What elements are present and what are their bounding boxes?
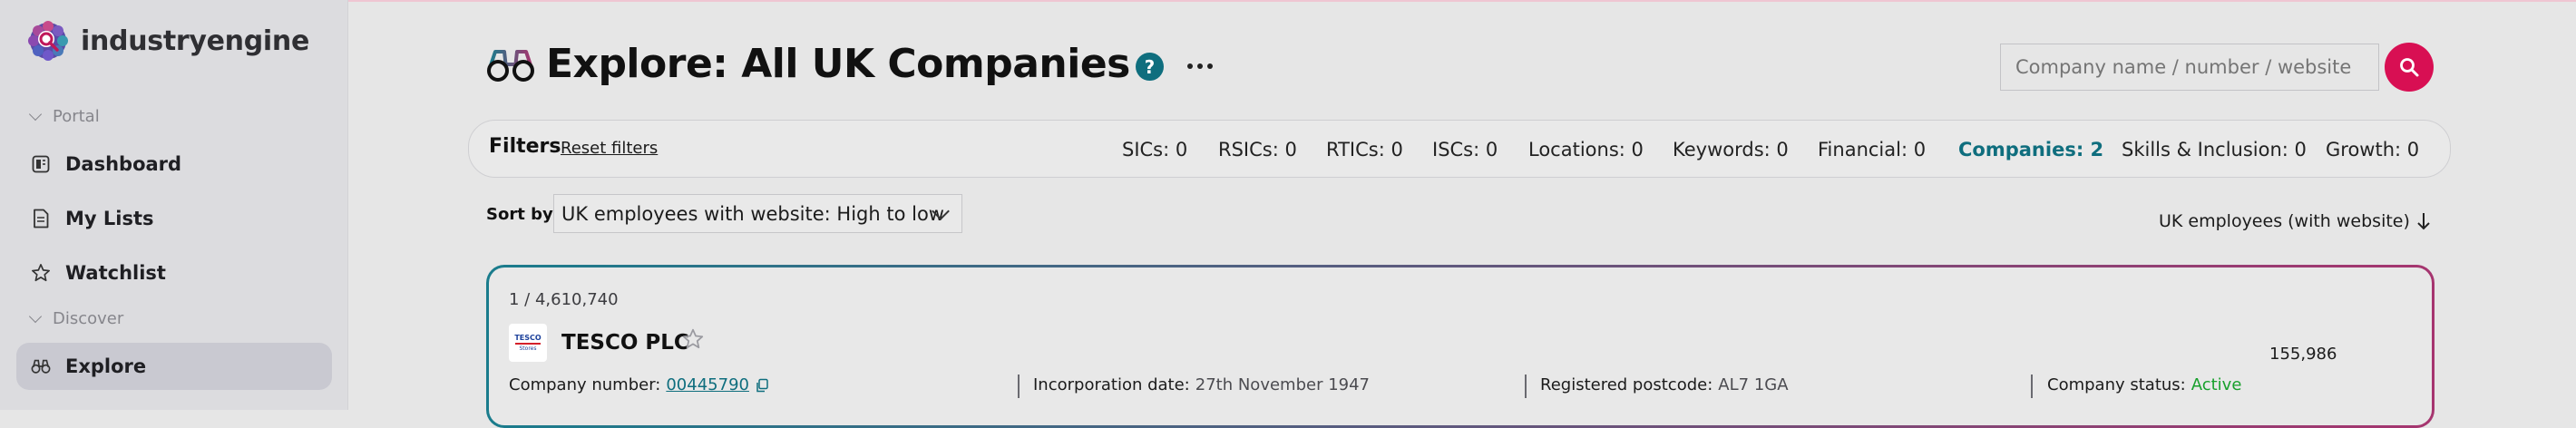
- filter-chip-skills-inclusion[interactable]: Skills & Inclusion: 0: [2122, 139, 2307, 160]
- company-search-input[interactable]: [2000, 44, 2379, 91]
- divider: [2031, 374, 2033, 398]
- section-discover[interactable]: Discover: [28, 309, 123, 328]
- divider: [1018, 374, 1020, 398]
- company-name[interactable]: TESCO PLC: [561, 331, 689, 355]
- sidebar-item-my-lists[interactable]: My Lists: [16, 195, 332, 242]
- company-status-label: Company status:: [2047, 375, 2186, 394]
- filter-chip-growth[interactable]: Growth: 0: [2326, 139, 2419, 160]
- sidebar-item-label: My Lists: [65, 208, 154, 229]
- sort-column-label: UK employees (with website): [2159, 211, 2410, 231]
- incorporation-date-value: 27th November 1947: [1195, 375, 1371, 394]
- sort-select[interactable]: UK employees with website: High to low: [553, 194, 962, 233]
- logo-icon: [28, 21, 68, 61]
- filter-chip-rsics[interactable]: RSICs: 0: [1218, 139, 1297, 160]
- company-logo-text-bottom: Stores: [519, 345, 537, 352]
- sort-selected-value: UK employees with website: High to low: [561, 202, 944, 225]
- registered-postcode-field: Registered postcode: AL7 1GA: [1540, 375, 1789, 394]
- company-logo-text-top: TESCO: [514, 334, 542, 342]
- sidebar-item-label: Watchlist: [65, 262, 166, 284]
- company-number-link[interactable]: 00445790: [666, 375, 749, 394]
- filter-chip-companies[interactable]: Companies: 2: [1958, 139, 2103, 160]
- sidebar: industryengine Portal Dashboard My Lists…: [0, 0, 348, 410]
- document-icon: [31, 209, 51, 229]
- uk-employees-value: 155,986: [2269, 345, 2337, 364]
- section-portal-label: Portal: [53, 107, 100, 126]
- registered-postcode-label: Registered postcode:: [1540, 375, 1713, 394]
- copy-icon[interactable]: [755, 378, 769, 393]
- company-status-badge: Active: [2191, 375, 2242, 394]
- company-logo: TESCO Stores: [509, 324, 547, 362]
- sidebar-item-label: Dashboard: [65, 153, 182, 175]
- binoculars-icon: [31, 356, 51, 376]
- filter-bar: Filters Reset filters SICs: 0 RSICs: 0 R…: [468, 120, 2451, 178]
- company-number-label: Company number:: [509, 375, 661, 394]
- sidebar-item-dashboard[interactable]: Dashboard: [16, 141, 332, 188]
- chevron-down-icon: [28, 107, 43, 122]
- registered-postcode-value: AL7 1GA: [1718, 375, 1789, 394]
- more-options-icon[interactable]: [1186, 63, 1213, 69]
- page-title: Explore: All UK Companies: [546, 41, 1130, 87]
- search-button[interactable]: [2385, 43, 2434, 92]
- company-card[interactable]: 1 / 4,610,740 TESCO Stores TESCO PLC 155…: [486, 265, 2435, 428]
- divider: [1525, 374, 1527, 398]
- brand-name: industryengine: [81, 24, 309, 57]
- reset-filters-link[interactable]: Reset filters: [561, 139, 658, 158]
- filter-chip-sics[interactable]: SICs: 0: [1122, 139, 1187, 160]
- company-number-field: Company number: 00445790: [509, 375, 769, 394]
- star-icon[interactable]: [681, 327, 705, 351]
- logo-stripe: [515, 343, 541, 345]
- filter-chip-keywords[interactable]: Keywords: 0: [1673, 139, 1789, 160]
- sort-column-toggle[interactable]: UK employees (with website): [2159, 211, 2432, 231]
- star-icon: [31, 263, 51, 283]
- binoculars-icon: [487, 49, 534, 82]
- sidebar-item-watchlist[interactable]: Watchlist: [16, 249, 332, 297]
- sidebar-item-explore[interactable]: Explore: [16, 343, 332, 390]
- incorporation-date-label: Incorporation date:: [1033, 375, 1190, 394]
- sort-by-label: Sort by:: [486, 205, 560, 224]
- filter-chip-iscs[interactable]: ISCs: 0: [1432, 139, 1498, 160]
- filters-title: Filters: [489, 135, 561, 158]
- top-accent-line: [0, 0, 2576, 2]
- company-status-field: Company status: Active: [2047, 375, 2241, 394]
- filter-chip-rtics[interactable]: RTICs: 0: [1326, 139, 1403, 160]
- brand-logo[interactable]: industryengine: [28, 21, 309, 61]
- dashboard-icon: [31, 154, 51, 174]
- page-header: Explore: All UK Companies ?: [486, 41, 1213, 87]
- chevron-down-icon: [28, 309, 43, 324]
- section-discover-label: Discover: [53, 309, 124, 328]
- filter-chip-locations[interactable]: Locations: 0: [1528, 139, 1644, 160]
- incorporation-date-field: Incorporation date: 27th November 1947: [1033, 375, 1370, 394]
- search-icon: [2400, 58, 2419, 77]
- help-button[interactable]: ?: [1135, 53, 1164, 81]
- arrow-down-icon: [2417, 213, 2430, 230]
- sidebar-item-label: Explore: [65, 355, 147, 377]
- section-portal[interactable]: Portal: [28, 107, 100, 126]
- result-rank: 1 / 4,610,740: [509, 290, 619, 309]
- filter-chip-financial[interactable]: Financial: 0: [1818, 139, 1926, 160]
